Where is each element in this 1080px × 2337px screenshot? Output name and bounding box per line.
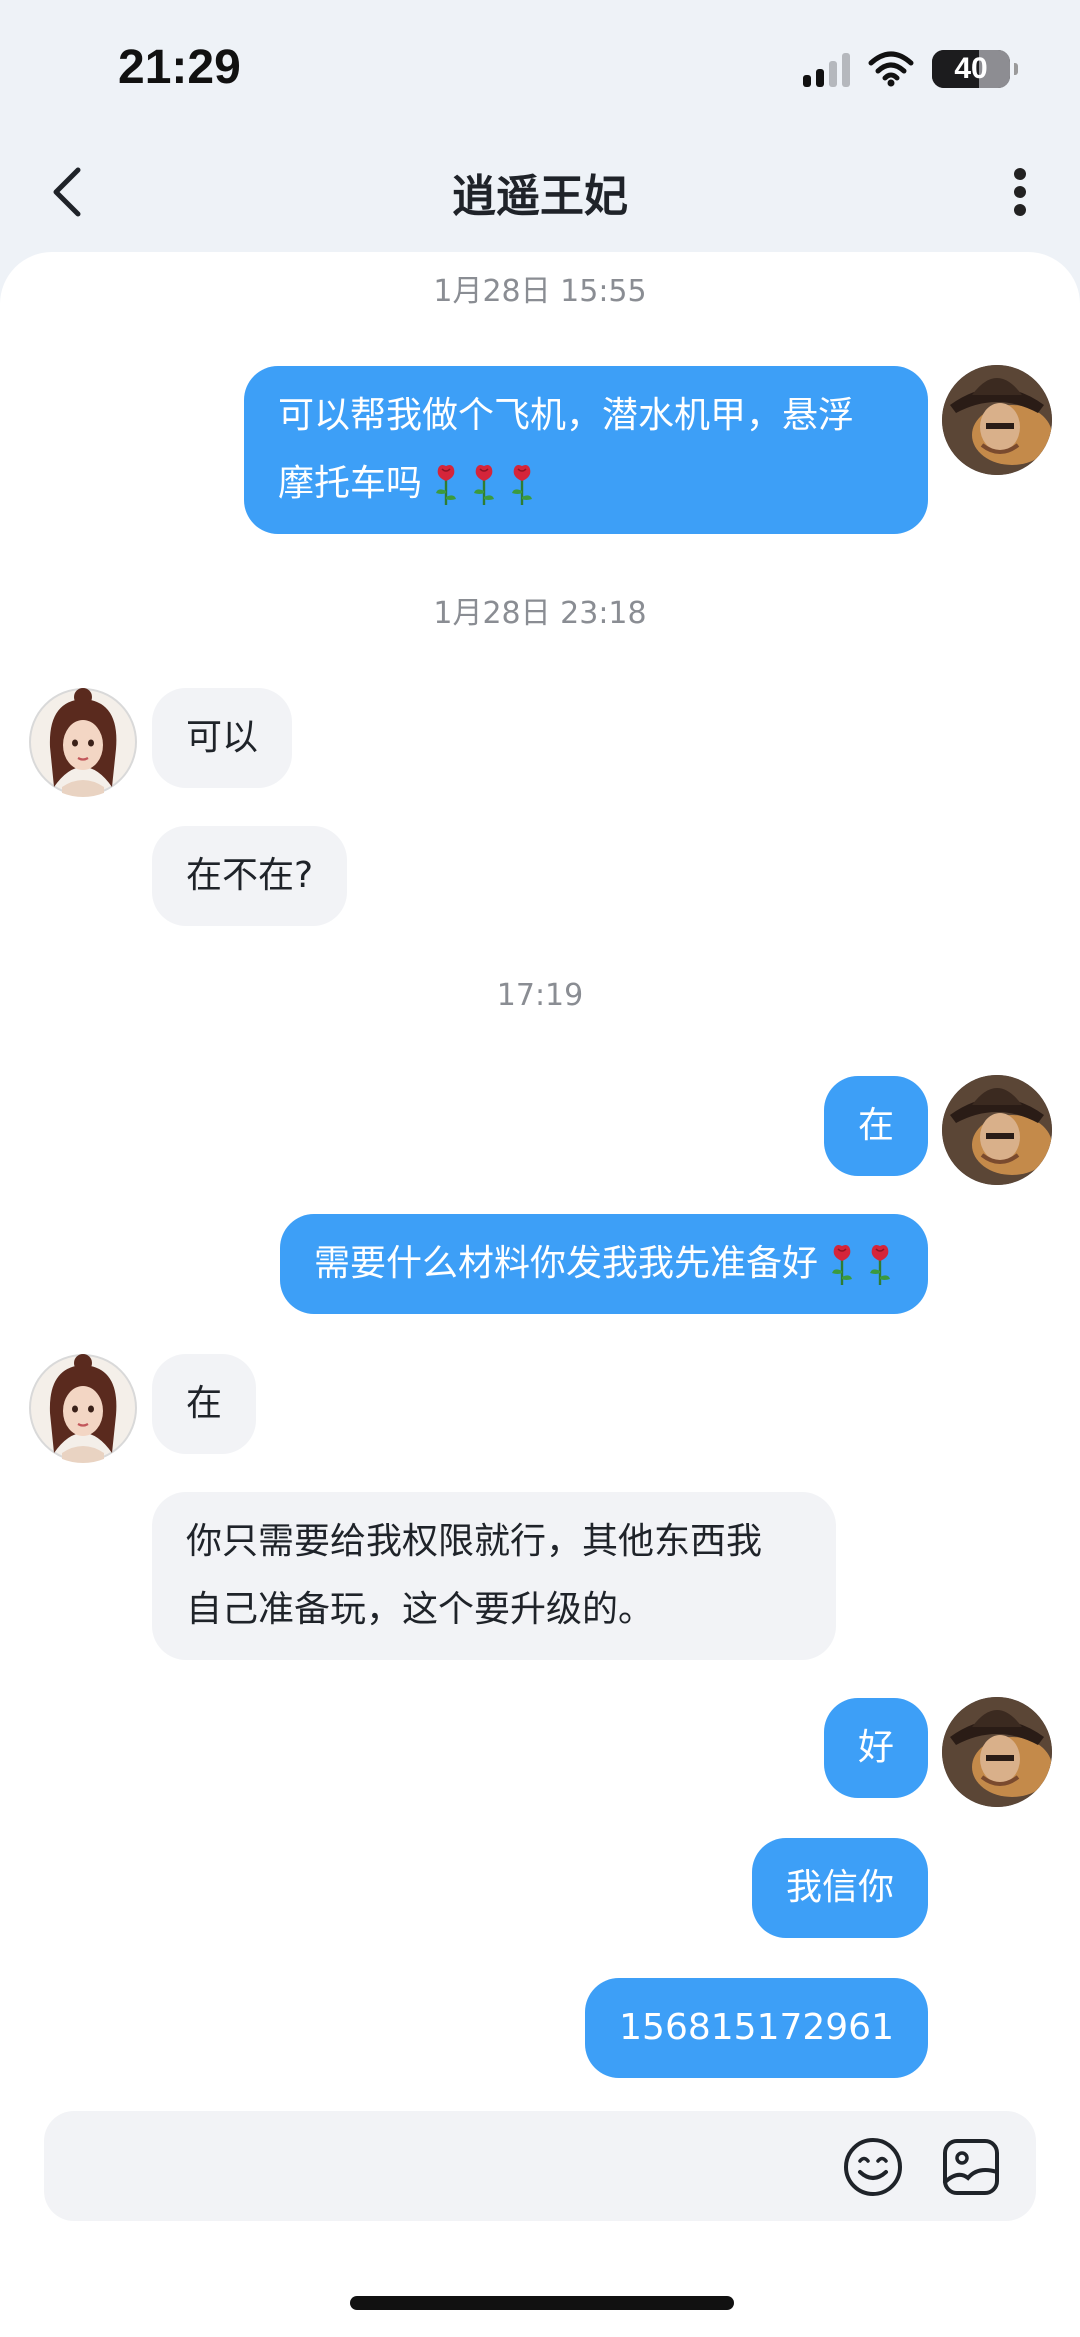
message-text: 好 xyxy=(857,1727,894,1768)
message-text: 你只需要给我权限就行，其他东西我 xyxy=(186,1521,763,1562)
message-text: 可以帮我做个飞机，潜水机甲，悬浮 xyxy=(278,395,855,436)
outgoing-message[interactable]: 需要什么材料你发我我先准备好 xyxy=(279,1214,928,1314)
timestamp: 1月28日 15:55 xyxy=(433,274,647,309)
rose-emoji-icon xyxy=(866,1243,894,1287)
status-time: 21:29 xyxy=(118,41,241,94)
outgoing-message[interactable]: 在 xyxy=(823,1076,928,1176)
vertical-dots-icon xyxy=(1014,168,1026,180)
incoming-message[interactable]: 在不在? xyxy=(152,826,348,926)
smiley-icon[interactable] xyxy=(842,2136,904,2198)
message-text: 可以 xyxy=(186,717,259,758)
outgoing-message[interactable]: 好 xyxy=(823,1698,928,1798)
my-avatar[interactable] xyxy=(942,1075,1052,1185)
image-sticker-icon[interactable] xyxy=(940,2136,1002,2198)
incoming-message[interactable]: 在 xyxy=(152,1354,257,1454)
message-text: 摩托车吗 xyxy=(278,463,423,504)
signal-icon xyxy=(803,51,850,87)
rose-emoji-icon xyxy=(828,1243,856,1287)
wifi-icon xyxy=(868,51,914,87)
contact-avatar[interactable] xyxy=(28,687,138,797)
page-title: 逍遥王妃 xyxy=(452,171,628,222)
message-text: 156815172961 xyxy=(619,2007,894,2048)
chat-header: 逍遥王妃 xyxy=(0,140,1080,240)
status-bar: 21:29 40 xyxy=(0,0,1080,140)
incoming-message[interactable]: 可以 xyxy=(152,688,293,788)
battery-level: 40 xyxy=(954,52,988,85)
home-indicator[interactable] xyxy=(350,2296,734,2310)
message-input[interactable] xyxy=(74,2131,834,2201)
rose-emoji-icon xyxy=(432,463,460,507)
message-text: 自己准备玩，这个要升级的。 xyxy=(186,1589,655,1630)
status-icons: 40 xyxy=(803,50,1018,88)
message-text: 在不在? xyxy=(186,855,314,896)
message-text: 我信你 xyxy=(785,1867,894,1908)
more-options-button[interactable] xyxy=(1000,164,1040,220)
timestamp: 1月28日 23:18 xyxy=(433,596,647,631)
rose-emoji-icon xyxy=(470,463,498,507)
message-text: 在 xyxy=(857,1105,894,1146)
outgoing-message[interactable]: 156815172961 xyxy=(585,1978,928,2078)
my-avatar[interactable] xyxy=(942,365,1052,475)
contact-avatar[interactable] xyxy=(28,1353,138,1463)
message-text: 需要什么材料你发我我先准备好 xyxy=(313,1243,818,1284)
message-list[interactable]: 1月28日 15:55 可以帮我做个飞机，潜水机甲，悬浮 摩托车吗 1月28日 … xyxy=(0,252,1080,2087)
my-avatar[interactable] xyxy=(942,1697,1052,1807)
message-input-box[interactable] xyxy=(44,2111,1036,2221)
incoming-message[interactable]: 你只需要给我权限就行，其他东西我 自己准备玩，这个要升级的。 xyxy=(152,1492,836,1660)
rose-emoji-icon xyxy=(508,463,536,507)
timestamp: 17:19 xyxy=(496,978,584,1013)
message-text: 在 xyxy=(186,1383,223,1424)
outgoing-message[interactable]: 我信你 xyxy=(751,1838,928,1938)
outgoing-message[interactable]: 可以帮我做个飞机，潜水机甲，悬浮 摩托车吗 xyxy=(244,366,928,534)
battery-icon: 40 xyxy=(932,50,1018,88)
